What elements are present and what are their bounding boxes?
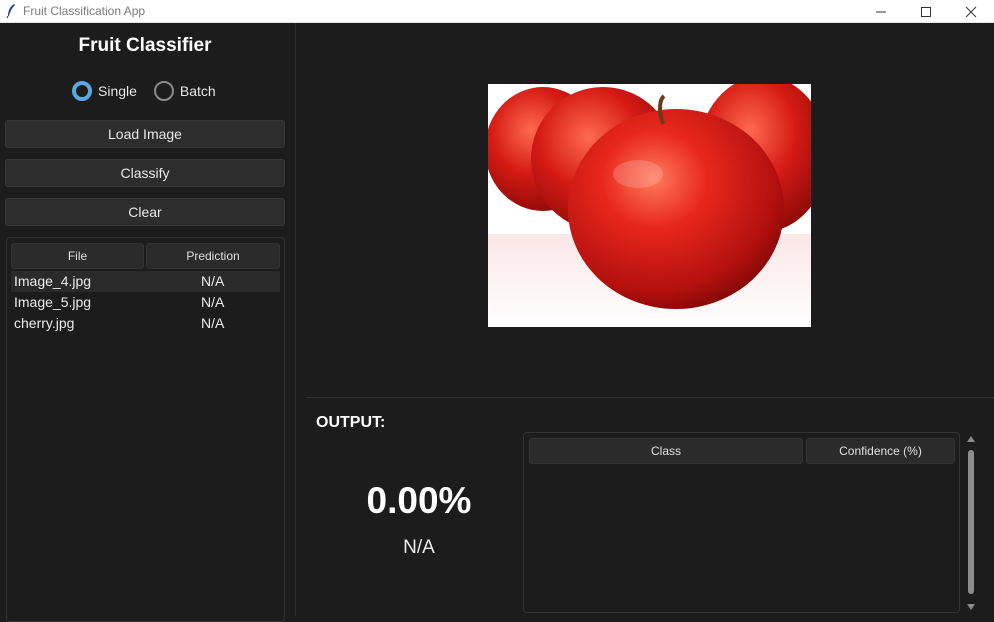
table-row[interactable]: cherry.jpg N/A	[11, 313, 280, 334]
maximize-button[interactable]	[903, 0, 949, 23]
radio-batch-label: Batch	[179, 83, 216, 99]
column-header-prediction[interactable]: Prediction	[146, 243, 280, 269]
apple-image	[488, 84, 811, 327]
main-panel: OUTPUT: 0.00% N/A Class Confidence (%)	[297, 23, 994, 616]
sidebar: Fruit Classifier Single Batch Load Image…	[0, 23, 296, 622]
app-heading: Fruit Classifier	[78, 35, 212, 56]
image-preview	[488, 84, 811, 327]
predicted-class: N/A	[403, 537, 435, 558]
title-bar: Fruit Classification App	[0, 0, 994, 23]
file-name: cherry.jpg	[14, 315, 75, 331]
radio-unselected-icon	[153, 81, 174, 101]
radio-single-label: Single	[98, 83, 137, 99]
minimize-icon	[876, 11, 886, 12]
file-name: Image_4.jpg	[14, 273, 92, 289]
mode-radio-group: Single Batch	[72, 81, 233, 101]
column-header-file[interactable]: File	[11, 243, 144, 269]
minimize-button[interactable]	[858, 0, 904, 23]
clear-button[interactable]: Clear	[5, 198, 285, 226]
table-row[interactable]: Image_5.jpg N/A	[11, 292, 280, 313]
file-prediction: N/A	[201, 315, 225, 331]
output-label: OUTPUT:	[316, 414, 386, 431]
result-table: Class Confidence (%)	[523, 432, 960, 613]
radio-single[interactable]: Single	[72, 81, 137, 101]
confidence-value: 0.00%	[366, 480, 472, 521]
scroll-down-icon[interactable]	[967, 604, 975, 610]
maximize-icon	[921, 6, 931, 17]
radio-selected-icon	[72, 81, 92, 101]
column-header-class[interactable]: Class	[529, 438, 803, 464]
load-image-button[interactable]: Load Image	[5, 120, 285, 148]
file-prediction: N/A	[201, 294, 225, 310]
scroll-thumb[interactable]	[968, 450, 974, 594]
file-prediction: N/A	[201, 273, 225, 289]
window-title: Fruit Classification App	[23, 4, 146, 18]
result-scrollbar[interactable]	[964, 434, 978, 610]
classify-button[interactable]: Classify	[5, 159, 285, 187]
column-header-confidence[interactable]: Confidence (%)	[806, 438, 955, 464]
divider	[307, 397, 994, 398]
table-row[interactable]: Image_4.jpg N/A	[11, 271, 280, 292]
scroll-up-icon[interactable]	[967, 436, 975, 442]
close-button[interactable]	[948, 0, 994, 23]
file-table: File Prediction Image_4.jpg N/A Image_5.…	[6, 237, 285, 622]
close-icon	[965, 6, 977, 17]
file-name: Image_5.jpg	[14, 294, 92, 310]
radio-batch[interactable]: Batch	[153, 81, 216, 101]
feather-icon	[6, 4, 15, 19]
